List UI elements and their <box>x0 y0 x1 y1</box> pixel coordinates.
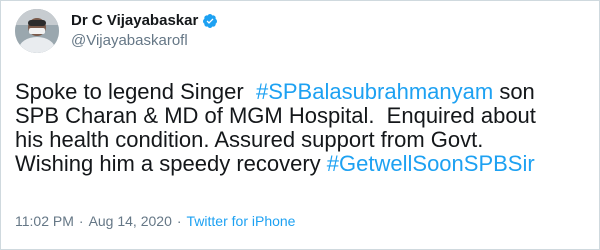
tweet-date[interactable]: Aug 14, 2020 <box>89 213 172 229</box>
hashtag-link[interactable]: #GetwellSoonSPBSir <box>327 151 535 176</box>
avatar[interactable] <box>15 9 59 53</box>
tweet-text-segment: SPB Charan & MD of MGM Hospital. Enquire… <box>15 103 536 128</box>
tweet-time[interactable]: 11:02 PM <box>15 213 74 229</box>
tweet-text: Spoke to legend Singer #SPBalasubrahmany… <box>15 80 590 176</box>
name-row: Dr C Vijayabaskar <box>71 12 218 29</box>
tweet-text-segment: Wishing him a speedy recovery <box>15 151 327 176</box>
user-names: Dr C Vijayabaskar @Vijayabaskarofl <box>71 12 218 49</box>
tweet-source-link[interactable]: Twitter for iPhone <box>187 213 296 229</box>
user-handle[interactable]: @Vijayabaskarofl <box>71 32 218 49</box>
tweet-meta: 11:02 PM · Aug 14, 2020 · Twitter for iP… <box>15 213 295 229</box>
hashtag-link[interactable]: #SPBalasubrahmanyam <box>256 79 493 104</box>
meta-separator: · <box>78 213 84 229</box>
tweet-header: Dr C Vijayabaskar @Vijayabaskarofl <box>15 9 218 53</box>
tweet-text-segment: his health condition. Assured support fr… <box>15 127 484 152</box>
tweet-text-segment: Spoke to legend Singer <box>15 79 256 104</box>
verified-badge-icon <box>203 13 218 28</box>
tweet-card: Dr C Vijayabaskar @Vijayabaskarofl Spoke… <box>0 0 600 250</box>
meta-separator: · <box>176 213 182 229</box>
avatar-image <box>15 9 59 53</box>
display-name[interactable]: Dr C Vijayabaskar <box>71 12 198 29</box>
tweet-text-segment: son <box>493 79 535 104</box>
